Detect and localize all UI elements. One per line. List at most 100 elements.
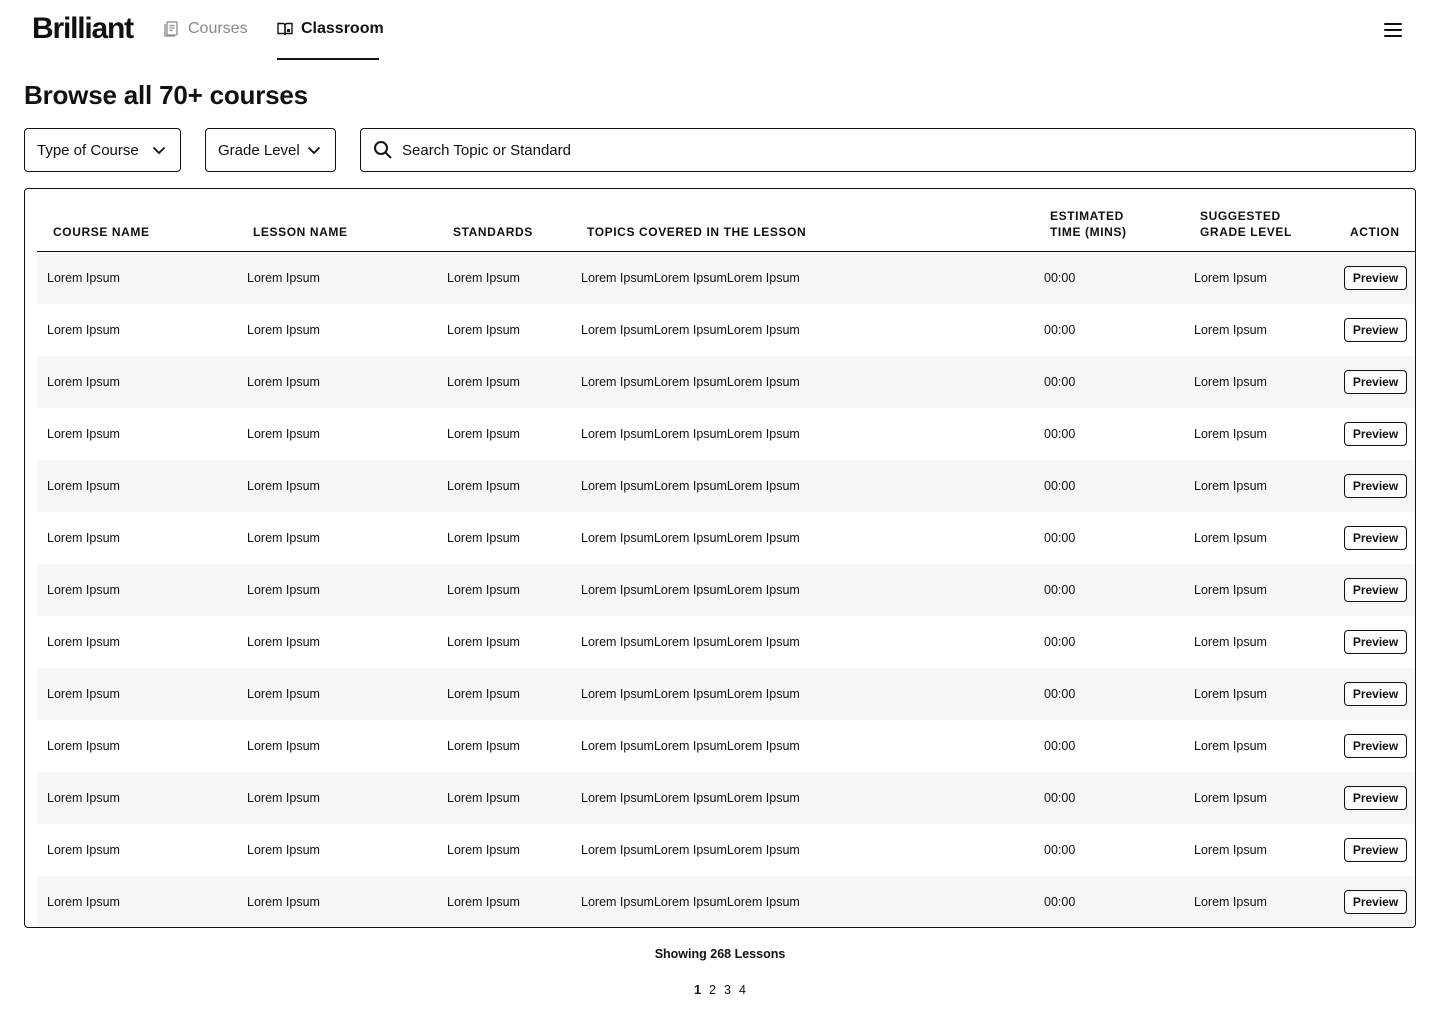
preview-button[interactable]: Preview <box>1344 890 1407 914</box>
nav-courses[interactable]: Courses <box>164 18 248 60</box>
table-row: Lorem Ipsum Lorem Ipsum Lorem Ipsum Lore… <box>37 668 1415 720</box>
cell-topics: Lorem IpsumLorem IpsumLorem Ipsum <box>581 895 800 909</box>
cell-lesson-name: Lorem Ipsum <box>247 895 320 909</box>
page-link-4[interactable]: 4 <box>739 981 746 999</box>
cell-lesson-name: Lorem Ipsum <box>247 583 320 597</box>
cell-standards: Lorem Ipsum <box>447 583 520 597</box>
preview-button[interactable]: Preview <box>1344 422 1407 446</box>
cell-lesson-name: Lorem Ipsum <box>247 791 320 805</box>
cell-standards: Lorem Ipsum <box>447 687 520 701</box>
classroom-icon <box>277 18 293 40</box>
pagination: 1 2 3 4 <box>0 981 1440 999</box>
showing-count: Showing 268 Lessons <box>654 947 786 961</box>
cell-topics: Lorem IpsumLorem IpsumLorem Ipsum <box>581 323 800 337</box>
preview-button[interactable]: Preview <box>1344 786 1407 810</box>
cell-estimated-time: 00:00 <box>1044 427 1076 441</box>
page-title: Browse all 70+ courses <box>24 80 308 110</box>
table-header: COURSE NAME LESSON NAME STANDARDS TOPICS… <box>37 189 1415 252</box>
cell-lesson-name: Lorem Ipsum <box>247 531 320 545</box>
preview-button[interactable]: Preview <box>1344 682 1407 706</box>
cell-course-name: Lorem Ipsum <box>47 635 120 649</box>
cell-estimated-time: 00:00 <box>1044 375 1076 389</box>
preview-button[interactable]: Preview <box>1344 474 1407 498</box>
nav-courses-label: Courses <box>188 20 248 37</box>
table-row: Lorem Ipsum Lorem Ipsum Lorem Ipsum Lore… <box>37 304 1415 356</box>
cell-suggested-grade: Lorem Ipsum <box>1194 635 1267 649</box>
preview-button[interactable]: Preview <box>1344 734 1407 758</box>
table-row: Lorem Ipsum Lorem Ipsum Lorem Ipsum Lore… <box>37 564 1415 616</box>
cell-topics: Lorem IpsumLorem IpsumLorem Ipsum <box>581 583 800 597</box>
header-suggested-grade-line1: SUGGESTED <box>1200 209 1281 223</box>
cell-lesson-name: Lorem Ipsum <box>247 271 320 285</box>
table-row: Lorem Ipsum Lorem Ipsum Lorem Ipsum Lore… <box>37 616 1415 668</box>
cell-topics: Lorem IpsumLorem IpsumLorem Ipsum <box>581 687 800 701</box>
cell-topics: Lorem IpsumLorem IpsumLorem Ipsum <box>581 739 800 753</box>
cell-suggested-grade: Lorem Ipsum <box>1194 687 1267 701</box>
table-row: Lorem Ipsum Lorem Ipsum Lorem Ipsum Lore… <box>37 356 1415 408</box>
grade-level-label: Grade Level <box>218 141 300 159</box>
cell-standards: Lorem Ipsum <box>447 323 520 337</box>
search-input[interactable] <box>402 139 1392 161</box>
cell-estimated-time: 00:00 <box>1044 323 1076 337</box>
hamburger-menu-icon[interactable] <box>1383 21 1403 39</box>
cell-topics: Lorem IpsumLorem IpsumLorem Ipsum <box>581 843 800 857</box>
header-lesson-name: LESSON NAME <box>253 225 348 239</box>
cell-estimated-time: 00:00 <box>1044 687 1076 701</box>
header-standards: STANDARDS <box>453 225 533 239</box>
preview-button[interactable]: Preview <box>1344 370 1407 394</box>
cell-suggested-grade: Lorem Ipsum <box>1194 739 1267 753</box>
table-row: Lorem Ipsum Lorem Ipsum Lorem Ipsum Lore… <box>37 512 1415 564</box>
preview-button[interactable]: Preview <box>1344 526 1407 550</box>
chevron-down-icon <box>307 143 321 161</box>
page-link-3[interactable]: 3 <box>724 981 731 999</box>
cell-standards: Lorem Ipsum <box>447 531 520 545</box>
cell-course-name: Lorem Ipsum <box>47 531 120 545</box>
preview-button[interactable]: Preview <box>1344 578 1407 602</box>
cell-estimated-time: 00:00 <box>1044 531 1076 545</box>
cell-estimated-time: 00:00 <box>1044 635 1076 649</box>
cell-topics: Lorem IpsumLorem IpsumLorem Ipsum <box>581 479 800 493</box>
cell-standards: Lorem Ipsum <box>447 895 520 909</box>
cell-standards: Lorem Ipsum <box>447 479 520 493</box>
type-of-course-dropdown[interactable]: Type of Course <box>24 128 181 172</box>
page-link-2[interactable]: 2 <box>709 981 716 999</box>
header-topics: TOPICS COVERED IN THE LESSON <box>587 225 807 239</box>
cell-topics: Lorem IpsumLorem IpsumLorem Ipsum <box>581 271 800 285</box>
cell-course-name: Lorem Ipsum <box>47 687 120 701</box>
preview-button[interactable]: Preview <box>1344 266 1407 290</box>
cell-course-name: Lorem Ipsum <box>47 375 120 389</box>
cell-suggested-grade: Lorem Ipsum <box>1194 375 1267 389</box>
search-icon <box>373 140 393 165</box>
table-row: Lorem Ipsum Lorem Ipsum Lorem Ipsum Lore… <box>37 876 1415 927</box>
nav-classroom[interactable]: Classroom <box>277 18 384 60</box>
header-estimated-time-line1: ESTIMATED <box>1050 209 1124 223</box>
cell-suggested-grade: Lorem Ipsum <box>1194 895 1267 909</box>
cell-estimated-time: 00:00 <box>1044 271 1076 285</box>
preview-button[interactable]: Preview <box>1344 318 1407 342</box>
cell-lesson-name: Lorem Ipsum <box>247 479 320 493</box>
cell-lesson-name: Lorem Ipsum <box>247 323 320 337</box>
cell-suggested-grade: Lorem Ipsum <box>1194 271 1267 285</box>
cell-topics: Lorem IpsumLorem IpsumLorem Ipsum <box>581 531 800 545</box>
header-suggested-grade: SUGGESTED GRADE LEVEL <box>1200 208 1310 240</box>
cell-estimated-time: 00:00 <box>1044 583 1076 597</box>
courses-icon <box>164 18 180 40</box>
brilliant-logo[interactable]: Brilliant <box>32 12 134 46</box>
cell-standards: Lorem Ipsum <box>447 843 520 857</box>
top-nav-bar: Brilliant Courses Classroom <box>0 0 1440 60</box>
page-link-1[interactable]: 1 <box>694 981 701 999</box>
header-estimated-time-line2: TIME (MINS) <box>1050 225 1127 239</box>
table-row: Lorem Ipsum Lorem Ipsum Lorem Ipsum Lore… <box>37 824 1415 876</box>
table-row: Lorem Ipsum Lorem Ipsum Lorem Ipsum Lore… <box>37 720 1415 772</box>
cell-lesson-name: Lorem Ipsum <box>247 375 320 389</box>
grade-level-dropdown[interactable]: Grade Level <box>205 128 336 172</box>
table-body: Lorem Ipsum Lorem Ipsum Lorem Ipsum Lore… <box>37 252 1415 927</box>
preview-button[interactable]: Preview <box>1344 630 1407 654</box>
cell-lesson-name: Lorem Ipsum <box>247 687 320 701</box>
table-row: Lorem Ipsum Lorem Ipsum Lorem Ipsum Lore… <box>37 252 1415 304</box>
cell-estimated-time: 00:00 <box>1044 843 1076 857</box>
cell-topics: Lorem IpsumLorem IpsumLorem Ipsum <box>581 427 800 441</box>
cell-estimated-time: 00:00 <box>1044 479 1076 493</box>
preview-button[interactable]: Preview <box>1344 838 1407 862</box>
cell-lesson-name: Lorem Ipsum <box>247 427 320 441</box>
